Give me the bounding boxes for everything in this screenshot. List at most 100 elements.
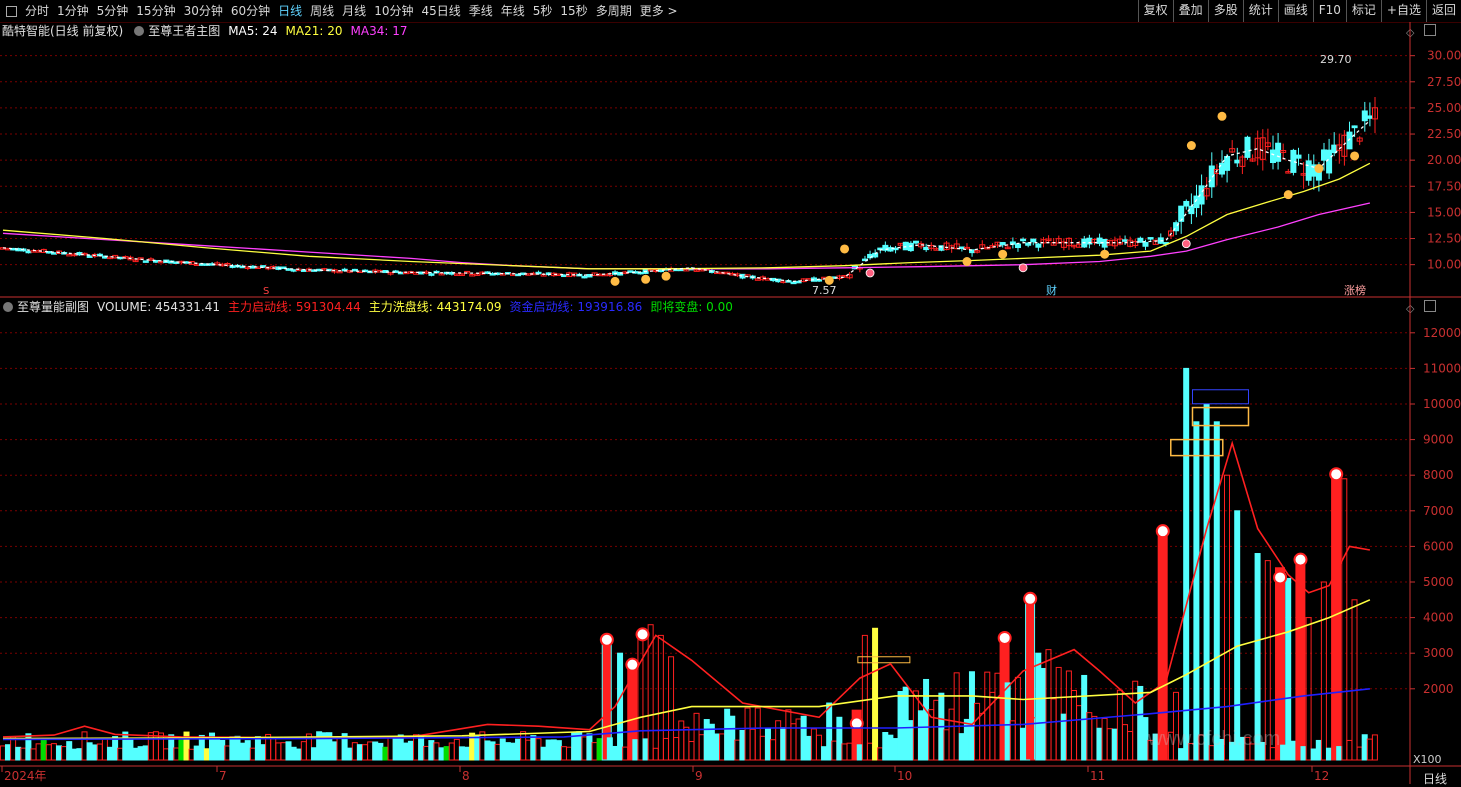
volume-bar: [158, 732, 165, 761]
volume-bar: [392, 737, 399, 761]
candle-body: [1147, 237, 1154, 240]
candle-body: [25, 250, 32, 254]
candle-body: [912, 240, 919, 244]
volume-bar: [428, 740, 435, 761]
candle-body: [1183, 200, 1190, 207]
volume-bar: [147, 732, 154, 761]
volume-bar: [795, 718, 802, 761]
volume-bar: [239, 742, 246, 761]
candle-body: [790, 281, 797, 285]
volume-bar: [509, 742, 516, 761]
low-price-label: 7.57: [812, 284, 837, 297]
signal-box-gold: [1191, 406, 1250, 427]
volume-bar: [96, 743, 103, 761]
volume-bar: [132, 747, 139, 761]
volume-bar: [1004, 682, 1011, 761]
volume-bar: [953, 672, 960, 761]
volume-bar: [1371, 734, 1378, 761]
volume-bar: [489, 741, 496, 761]
volume-bar: [912, 690, 919, 761]
volume-bar: [693, 712, 700, 761]
volume-bar: [535, 738, 542, 761]
volume-bar: [566, 746, 573, 761]
volume-bar: [219, 739, 226, 761]
volume-bar: [846, 742, 853, 761]
volume-bar: [1310, 748, 1317, 761]
signal-hand-icon: [1186, 141, 1196, 151]
volume-bar: [866, 742, 873, 761]
volume-bar: [923, 678, 930, 761]
volume-bar: [260, 744, 267, 761]
signal-hand-icon: [610, 276, 620, 286]
candles-layer: [0, 97, 1378, 285]
volume-bar: [805, 735, 812, 761]
event-badge-finance: 财: [1046, 283, 1057, 297]
candle-body: [1305, 160, 1312, 181]
volume-bar: [632, 739, 639, 761]
volume-tick-label: 8000: [1423, 468, 1454, 482]
volume-tick-label: 11000: [1423, 361, 1461, 375]
volume-bar: [948, 708, 955, 761]
candle-body: [902, 241, 909, 251]
event-mark: S: [263, 286, 269, 297]
volume-bar: [713, 733, 720, 761]
candle-body: [1030, 238, 1037, 243]
volume-bar: [1050, 698, 1057, 761]
volume-bar: [1014, 676, 1021, 761]
signal-hand-icon: [998, 249, 1008, 259]
volume-bar: [244, 740, 251, 761]
volume-bar: [1025, 599, 1036, 761]
candle-body: [1020, 238, 1027, 242]
volume-bar: [127, 738, 134, 761]
volume-bar: [270, 737, 277, 761]
volume-bar: [311, 747, 318, 761]
time-tick-label: 9: [695, 769, 703, 783]
candle-body: [51, 252, 58, 255]
buy-plus-icon: [635, 627, 650, 642]
volume-bar: [474, 734, 481, 761]
volume-bar: [1096, 727, 1103, 761]
volume-bar: [1045, 649, 1052, 761]
buy-plus-icon: [1293, 552, 1308, 567]
candle-body: [336, 270, 343, 274]
candle-body: [1142, 241, 1149, 247]
volume-bar: [606, 737, 613, 761]
volume-bar: [943, 729, 950, 761]
volume-bar: [611, 745, 618, 761]
volume-bar: [285, 741, 292, 761]
candle-body: [561, 274, 568, 278]
signal-box-blue: [1191, 389, 1249, 405]
volume-bar: [499, 738, 506, 761]
volume-bar: [249, 747, 256, 761]
period-footer[interactable]: 日线: [1423, 770, 1447, 787]
signal-hand-icon: [840, 244, 850, 254]
candle-body: [1366, 115, 1373, 119]
volume-bar: [5, 744, 12, 761]
candle-body: [958, 246, 965, 249]
volume-scale-label: X100: [1413, 753, 1442, 766]
price-tick-label: 15.00: [1427, 205, 1461, 219]
volume-bar: [754, 707, 761, 761]
watermark: www.cfchi.com: [1148, 728, 1281, 750]
volume-bar: [775, 720, 782, 761]
volume-bar: [520, 731, 527, 761]
volume-bar: [66, 741, 73, 761]
volume-bar: [780, 727, 787, 761]
volume-bar: [234, 735, 241, 761]
volume-bar: [1234, 510, 1241, 761]
signal-hand-icon: [962, 257, 972, 267]
volume-bar: [617, 652, 624, 761]
candle-body: [1193, 195, 1200, 209]
volume-bar: [402, 742, 409, 761]
candle-body: [86, 255, 93, 258]
time-tick-label: 10: [897, 769, 912, 783]
candle-body: [1269, 149, 1276, 164]
volume-bar: [178, 736, 185, 761]
kline-chart[interactable]: 30.00 27.50 25.00 22.50 20.00 17.50 15.00 12.50…: [0, 0, 1461, 784]
volume-bar: [1300, 746, 1307, 761]
candle-body: [1326, 149, 1333, 174]
volume-bar: [856, 744, 863, 761]
volume-bar: [254, 736, 261, 761]
volume-bar: [453, 738, 460, 761]
candle-body: [754, 278, 761, 281]
